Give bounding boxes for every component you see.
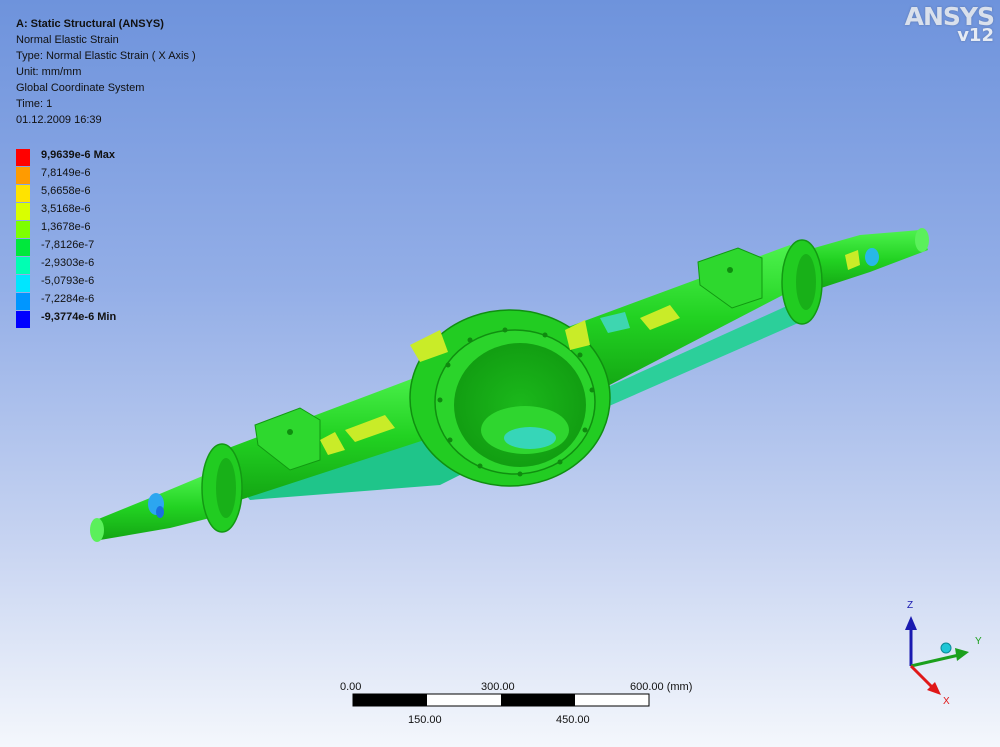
right-blue-patch	[865, 248, 879, 266]
coordinate-triad[interactable]: Z Y X	[895, 598, 995, 710]
differential-cyan-zone	[504, 427, 556, 449]
left-spindle-end	[90, 518, 104, 542]
z-axis-label: Z	[907, 600, 914, 611]
right-spindle-end	[915, 228, 929, 252]
scale-label-quarter: 150.00	[408, 714, 442, 726]
scale-label-start: 0.00	[340, 681, 362, 693]
scale-label-end: 600.00 (mm)	[630, 681, 693, 693]
scale-label-three-quarter: 450.00	[556, 714, 590, 726]
axle-housing-model[interactable]	[0, 0, 1000, 747]
triad-axes	[905, 616, 969, 695]
y-axis-label: Y	[975, 636, 982, 647]
graphics-viewport[interactable]: A: Static Structural (ANSYS) Normal Elas…	[0, 0, 1000, 747]
x-axis-label: X	[943, 696, 950, 707]
scale-label-mid: 300.00	[481, 681, 515, 693]
